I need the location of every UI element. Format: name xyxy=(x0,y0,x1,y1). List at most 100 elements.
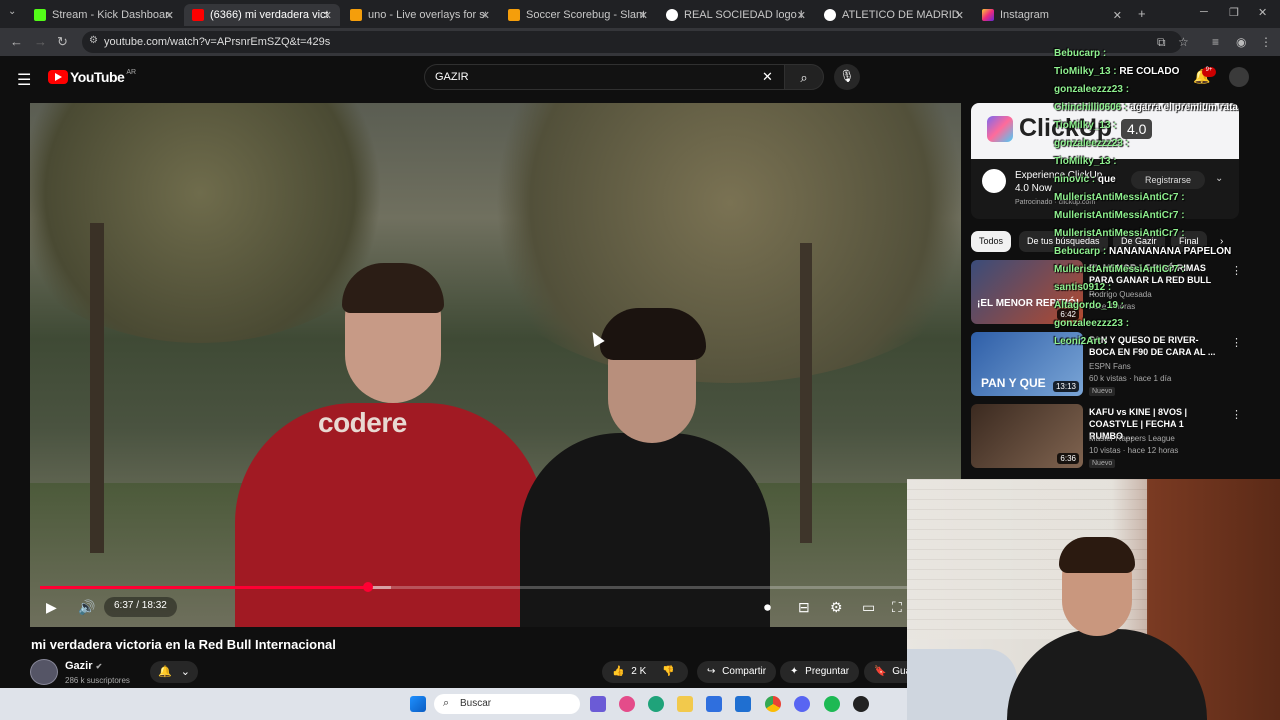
profile-icon[interactable]: ◉ xyxy=(1236,35,1246,49)
tab-real-sociedad[interactable]: REAL SOCIEDAD logo PNG - Bu ✕ xyxy=(658,4,814,26)
channel-avatar[interactable] xyxy=(30,659,58,685)
account-avatar[interactable] xyxy=(1229,67,1249,87)
google-icon xyxy=(666,9,678,21)
forward-icon[interactable]: → xyxy=(34,34,47,49)
search-input[interactable]: GAZIR xyxy=(424,64,784,90)
clear-search-icon[interactable]: ✕ xyxy=(762,69,773,85)
windows-taskbar: ⌕ Buscar xyxy=(0,688,907,720)
obs-icon[interactable] xyxy=(853,696,869,712)
volume-icon[interactable]: 🔊 xyxy=(78,599,95,616)
video-player[interactable]: codere ▶ 🔊 6:37 / 18:32 ⏺ ⊟ ⚙ ▭ ⛶ xyxy=(30,103,961,627)
youtube-icon xyxy=(192,9,204,21)
streamer-webcam xyxy=(907,479,1280,720)
video-title: mi verdadera victoria en la Red Bull Int… xyxy=(31,637,336,652)
close-tab-icon[interactable]: ✕ xyxy=(1113,9,1122,22)
chat-message: gonzaleezzz23 : xyxy=(1054,318,1130,329)
restore-icon[interactable]: ❐ xyxy=(1229,6,1239,19)
hamburger-menu-icon[interactable]: ☰ xyxy=(17,70,31,90)
address-bar[interactable]: ⚙ youtube.com/watch?v=APrsnrEmSZQ&t=429s xyxy=(82,31,1182,53)
youtube-play-logo-icon xyxy=(48,70,68,84)
clickup-logo-icon xyxy=(987,116,1013,142)
settings-gear-icon[interactable]: ⚙ xyxy=(830,599,843,616)
chat-message: Altagordo_19 : xyxy=(1054,300,1125,311)
tab-search-icon[interactable]: ⌄ xyxy=(8,6,16,17)
taskbar-search[interactable]: ⌕ Buscar xyxy=(434,694,580,714)
instagram-icon xyxy=(982,9,994,21)
thumbs-down-icon: 👎 xyxy=(662,666,675,677)
back-icon[interactable]: ← xyxy=(10,34,23,49)
close-tab-icon[interactable]: ✕ xyxy=(797,9,806,22)
like-dislike-group: 👍 2 K 👎 xyxy=(602,661,688,683)
close-tab-icon[interactable]: ✕ xyxy=(955,9,964,22)
tab-instagram[interactable]: Instagram ✕ xyxy=(974,4,1130,26)
save-button[interactable]: 🔖 Guar xyxy=(864,661,907,683)
progress-played xyxy=(40,586,368,589)
play-icon[interactable]: ▶ xyxy=(46,599,57,616)
teams-icon[interactable] xyxy=(590,696,606,712)
notification-count-badge: 9+ xyxy=(1202,67,1216,77)
miniplayer-icon[interactable]: ▭ xyxy=(862,599,875,616)
close-tab-icon[interactable]: ✕ xyxy=(481,9,490,22)
spotify-icon[interactable] xyxy=(824,696,840,712)
like-button[interactable]: 👍 2 K xyxy=(612,666,646,677)
more-options-icon[interactable]: ⋮ xyxy=(1231,408,1242,421)
new-tab-icon[interactable]: + xyxy=(1138,6,1146,21)
tab-soccer-scorebug[interactable]: Soccer Scorebug - Slant - overl ✕ xyxy=(500,4,656,26)
more-options-icon[interactable]: ⋮ xyxy=(1231,336,1242,349)
tab-kick-dashboard[interactable]: Stream - Kick Dashboard ✕ xyxy=(26,4,182,26)
site-info-icon[interactable]: ⚙ xyxy=(89,35,98,46)
tab-youtube-video[interactable]: (6366) mi verdadera victoria en ✕ xyxy=(184,4,340,26)
chip-todos[interactable]: Todos xyxy=(971,231,1012,252)
edge-icon[interactable] xyxy=(648,696,664,712)
theater-mode-icon[interactable]: ⛶ xyxy=(892,599,902,616)
youtube-logo[interactable]: YouTube AR xyxy=(48,69,136,85)
channel-name[interactable]: Gazir ✔ xyxy=(65,660,102,672)
chevron-down-icon[interactable]: ⌄ xyxy=(1215,173,1223,184)
store-icon[interactable] xyxy=(706,696,722,712)
register-button[interactable]: Registrarse xyxy=(1131,171,1206,189)
reload-icon[interactable]: ↻ xyxy=(57,34,68,50)
chat-message: MulleristAntiMessiAntiCr7 : xyxy=(1054,192,1185,203)
bookmark-icon: 🔖 xyxy=(874,666,887,677)
chrome-menu-icon[interactable]: ⋮ xyxy=(1260,35,1272,49)
media-controls-icon[interactable]: ≡ xyxy=(1212,35,1219,49)
dislike-button[interactable]: 👎 xyxy=(662,666,674,677)
chat-message: santis0912 : xyxy=(1054,282,1112,293)
file-explorer-icon[interactable] xyxy=(677,696,693,712)
voice-search-button[interactable]: 🎙 xyxy=(834,64,860,90)
more-options-icon[interactable]: ⋮ xyxy=(1231,264,1242,277)
ask-button[interactable]: ✦ Preguntar xyxy=(780,661,860,683)
subscription-bell-button[interactable]: 🔔 ⌄ xyxy=(150,661,198,683)
chrome-icon[interactable] xyxy=(765,696,781,712)
share-button[interactable]: ↪ Compartir xyxy=(697,661,777,683)
chat-message: MulleristAntiMessiAntiCr7 : xyxy=(1054,264,1185,275)
autoplay-toggle-icon[interactable]: ⏺ xyxy=(764,599,771,616)
progress-scrubber-handle[interactable] xyxy=(362,582,373,592)
windows-start-icon[interactable] xyxy=(410,696,426,712)
search-button[interactable]: ⌕ xyxy=(784,64,824,90)
close-tab-icon[interactable]: ✕ xyxy=(639,9,648,22)
tab-atletico[interactable]: ATLETICO DE MADRID VS - Bus ✕ xyxy=(816,4,972,26)
search-icon: ⌕ xyxy=(443,697,450,709)
uno-icon xyxy=(508,9,520,21)
share-arrow-icon: ↪ xyxy=(707,666,716,677)
video-progress-bar[interactable] xyxy=(40,582,951,592)
bookmark-star-icon[interactable]: ☆ xyxy=(1178,35,1189,49)
close-tab-icon[interactable]: ✕ xyxy=(165,9,174,22)
tab-uno-overlays[interactable]: uno - Live overlays for streamin ✕ xyxy=(342,4,498,26)
outlook-icon[interactable] xyxy=(735,696,751,712)
google-icon xyxy=(824,9,836,21)
minimize-icon[interactable]: ─ xyxy=(1200,6,1208,18)
streamer-body xyxy=(1007,629,1207,720)
discord-icon[interactable] xyxy=(794,696,810,712)
verified-check-icon: ✔ xyxy=(95,662,103,671)
video-thumbnail[interactable]: 6:36 xyxy=(971,404,1083,468)
cast-icon[interactable]: ⧉ xyxy=(1157,35,1166,50)
copilot-icon[interactable] xyxy=(619,696,635,712)
chat-message: MulleristAntiMessiAntiCr7 : xyxy=(1054,228,1185,239)
recommended-video[interactable]: 6:36 KAFU vs KINE | 8VOS | COASTYLE | FE… xyxy=(971,404,1242,470)
bell-icon: 🔔 xyxy=(158,666,172,678)
subtitles-icon[interactable]: ⊟ xyxy=(798,599,810,616)
close-tab-icon[interactable]: ✕ xyxy=(323,9,332,22)
close-window-icon[interactable]: ✕ xyxy=(1258,6,1267,19)
